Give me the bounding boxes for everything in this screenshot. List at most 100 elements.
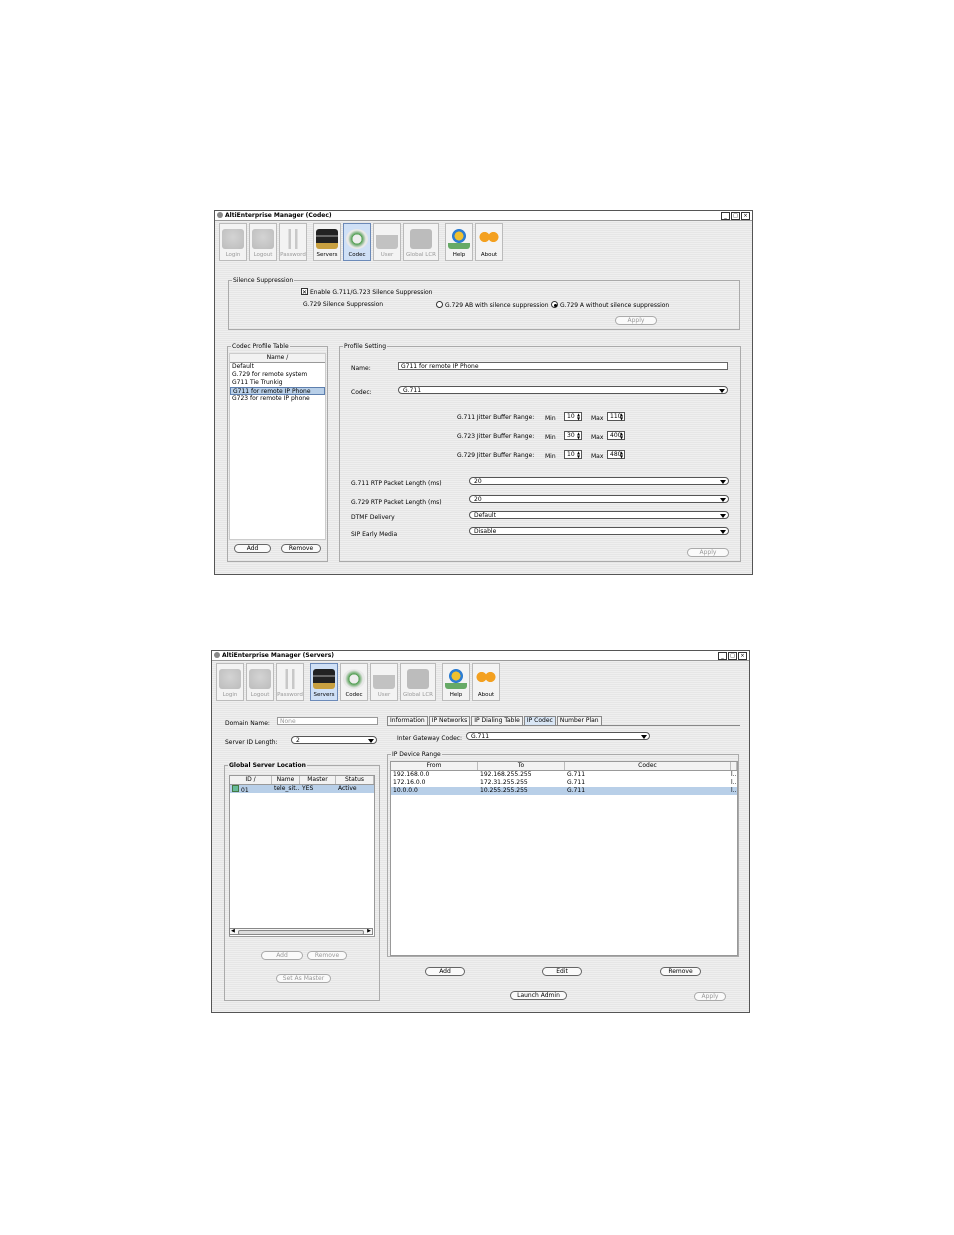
tab-number-plan[interactable]: Number Plan <box>556 716 602 725</box>
list-item[interactable]: G723 for remote IP phone <box>230 395 325 403</box>
codec-button[interactable]: Codec <box>343 223 371 261</box>
login-button[interactable]: Login <box>216 663 244 701</box>
table-row[interactable]: 192.168.0.0 192.168.255.255 G.711 l... <box>391 771 737 779</box>
servers-button[interactable]: Servers <box>310 663 338 701</box>
spinner-arrows-icon[interactable]: ▲ ▼ <box>576 451 581 459</box>
from-cell: 10.0.0.0 <box>393 787 418 794</box>
profile-list-header[interactable]: Name / <box>230 354 325 363</box>
tab-information[interactable]: Information <box>387 716 428 725</box>
scroll-right-icon[interactable]: ▶ <box>367 929 371 934</box>
minimize-button[interactable]: _ <box>721 212 730 220</box>
help-button[interactable]: Help <box>445 223 473 261</box>
about-button[interactable]: About <box>472 663 500 701</box>
scrollbar-thumb[interactable] <box>238 930 364 935</box>
domain-name-input[interactable]: None <box>277 717 378 725</box>
logout-button[interactable]: Logout <box>246 663 274 701</box>
g723-max-spinner[interactable]: 400 ▲ ▼ <box>607 431 625 440</box>
global-lcr-button[interactable]: Global LCR <box>400 663 436 701</box>
g729-ab-radio[interactable] <box>436 301 443 308</box>
profile-name-input[interactable]: G711 for remote IP Phone <box>398 362 728 370</box>
silence-apply-button[interactable]: Apply <box>615 316 657 325</box>
list-item-selected[interactable]: G711 for remote IP Phone <box>230 387 325 395</box>
col-from[interactable]: From <box>391 762 478 770</box>
ip-device-range-panel: IP Device Range From To Codec 192.168.0.… <box>387 751 739 957</box>
range-add-button[interactable]: Add <box>425 967 465 976</box>
ip-device-range-table: From To Codec 192.168.0.0 192.168.255.25… <box>390 761 738 956</box>
profile-remove-button[interactable]: Remove <box>281 544 321 553</box>
col-name[interactable]: Name <box>272 776 300 784</box>
table-row[interactable]: 172.16.0.0 172.31.255.255 G.711 l... <box>391 779 737 787</box>
g729-min-spinner[interactable]: 10 ▲ ▼ <box>564 450 582 459</box>
extra-cell: l... <box>731 771 737 778</box>
col-master[interactable]: Master <box>300 776 336 784</box>
spinner-arrows-icon[interactable]: ▲ ▼ <box>619 413 624 421</box>
scroll-left-icon[interactable]: ◀ <box>231 929 235 934</box>
user-button[interactable]: User <box>370 663 398 701</box>
sip-early-media-label: SIP Early Media <box>351 531 398 538</box>
server-id-length-label: Server ID Length: <box>225 739 278 746</box>
tab-ip-networks[interactable]: IP Networks <box>428 716 471 725</box>
chevron-down-icon <box>720 514 726 518</box>
g729-a-radio[interactable] <box>551 301 558 308</box>
location-remove-button[interactable]: Remove <box>307 951 347 960</box>
list-item[interactable]: G711 Tie Trunkig <box>230 379 325 387</box>
password-button[interactable]: Password <box>276 663 304 701</box>
table-row[interactable]: 01 tele_sit... YES Active <box>230 785 374 793</box>
location-add-button[interactable]: Add <box>261 951 303 960</box>
close-button[interactable]: × <box>738 652 747 660</box>
col-codec[interactable]: Codec <box>565 762 731 770</box>
range-edit-button[interactable]: Edit <box>542 967 582 976</box>
servers-apply-button[interactable]: Apply <box>694 992 726 1001</box>
list-item[interactable]: Default <box>230 363 325 371</box>
launch-admin-button[interactable]: Launch Admin <box>510 991 567 1000</box>
codec-button[interactable]: Codec <box>340 663 368 701</box>
g711-max-spinner[interactable]: 110 ▲ ▼ <box>607 412 625 421</box>
minimize-button[interactable]: _ <box>718 652 727 660</box>
global-lcr-button[interactable]: Global LCR <box>403 223 439 261</box>
about-button[interactable]: About <box>475 223 503 261</box>
g729-max-spinner[interactable]: 480 ▲ ▼ <box>607 450 625 459</box>
spinner-arrows-icon[interactable]: ▲ ▼ <box>619 451 624 459</box>
user-button[interactable]: User <box>373 223 401 261</box>
spinner-arrows-icon[interactable]: ▲ ▼ <box>619 432 624 440</box>
max-label: Max <box>591 453 604 460</box>
servers-button[interactable]: Servers <box>313 223 341 261</box>
table-row[interactable]: 10.0.0.0 10.255.255.255 G.711 l... <box>391 787 737 795</box>
logout-button[interactable]: Logout <box>249 223 277 261</box>
maximize-button[interactable]: □ <box>728 652 737 660</box>
tab-ip-codec[interactable]: IP Codec <box>523 716 556 725</box>
location-legend: Global Server Location <box>228 762 307 769</box>
login-button[interactable]: Login <box>219 223 247 261</box>
close-button[interactable]: × <box>741 212 750 220</box>
horizontal-scrollbar[interactable]: ◀ ▶ <box>229 928 373 935</box>
g729-rtp-label: G.729 RTP Packet Length (ms) <box>351 499 442 506</box>
chevron-down-icon <box>720 530 726 534</box>
col-extra[interactable] <box>731 762 737 770</box>
codec-select[interactable]: G.711 <box>398 386 728 394</box>
g729-a-label: G.729 A without silence suppression <box>560 302 670 309</box>
tab-ip-dialing-table[interactable]: IP Dialing Table <box>471 716 523 725</box>
enable-silence-checkbox[interactable]: ✕ <box>301 288 308 296</box>
password-button[interactable]: Password <box>279 223 307 261</box>
sip-early-media-select[interactable]: Disable <box>469 527 729 535</box>
spinner-arrows-icon[interactable]: ▲ ▼ <box>576 432 581 440</box>
profile-add-button[interactable]: Add <box>234 544 271 553</box>
global-lcr-icon <box>410 229 432 249</box>
inter-gateway-codec-select[interactable]: G.711 <box>466 732 650 740</box>
g711-rtp-select[interactable]: 20 <box>469 477 729 485</box>
g723-min-spinner[interactable]: 30 ▲ ▼ <box>564 431 582 440</box>
spinner-arrows-icon[interactable]: ▲ ▼ <box>576 413 581 421</box>
col-id[interactable]: ID / <box>230 776 272 784</box>
help-button[interactable]: Help <box>442 663 470 701</box>
g729-rtp-select[interactable]: 20 <box>469 495 729 503</box>
profile-apply-button[interactable]: Apply <box>687 548 729 557</box>
server-id-length-select[interactable]: 2 <box>291 736 377 744</box>
dtmf-select[interactable]: Default <box>469 511 729 519</box>
set-as-master-button[interactable]: Set As Master <box>276 974 331 983</box>
range-remove-button[interactable]: Remove <box>660 967 701 976</box>
g711-min-spinner[interactable]: 10 ▲ ▼ <box>564 412 582 421</box>
list-item[interactable]: G.729 for remote system <box>230 371 325 379</box>
col-to[interactable]: To <box>478 762 565 770</box>
col-status[interactable]: Status <box>336 776 374 784</box>
maximize-button[interactable]: □ <box>731 212 740 220</box>
